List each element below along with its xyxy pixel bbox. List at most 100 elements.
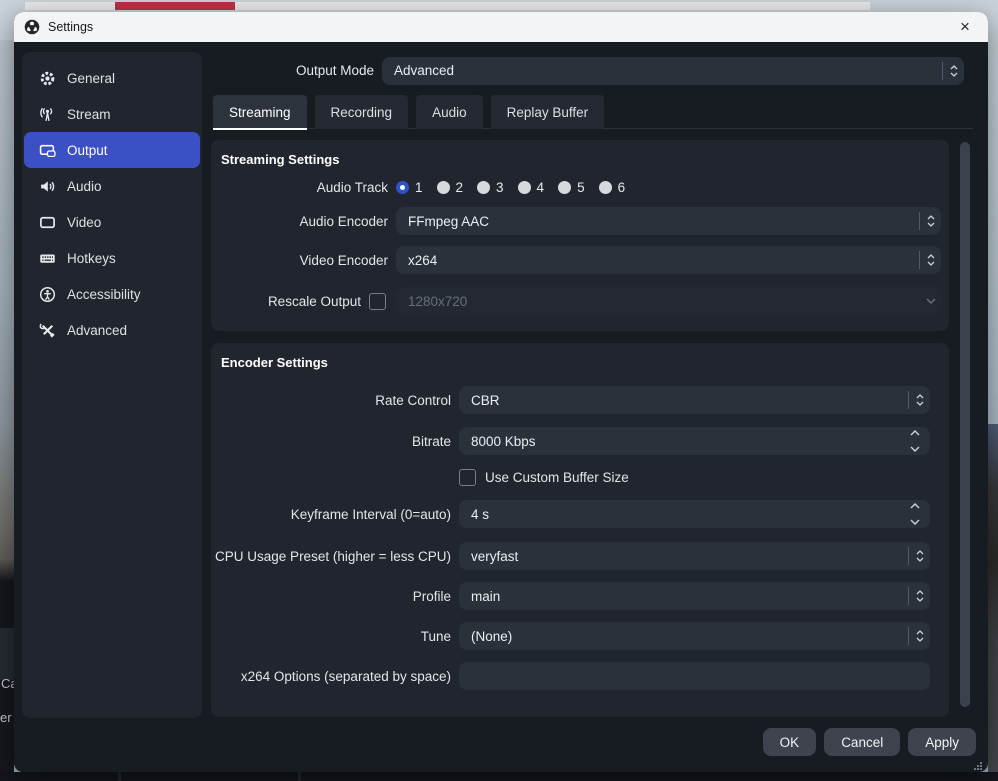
rescale-output-checkbox[interactable] bbox=[369, 293, 386, 310]
sidebar-item-label: Hotkeys bbox=[67, 251, 116, 266]
chevron-up-down-icon bbox=[909, 394, 930, 406]
audio-track-label: Audio Track bbox=[211, 180, 388, 195]
encoder-settings-card: Encoder Settings Rate Control CBR Bitrat… bbox=[211, 343, 949, 717]
radio-label: 4 bbox=[537, 180, 545, 195]
profile-select[interactable]: main bbox=[459, 582, 930, 610]
x264-options-field[interactable] bbox=[459, 662, 930, 690]
radio-label: 2 bbox=[456, 180, 464, 195]
keyboard-icon bbox=[39, 250, 56, 267]
sidebar-item-label: Video bbox=[67, 215, 101, 230]
obs-logo-icon bbox=[24, 19, 40, 35]
ok-button[interactable]: OK bbox=[763, 728, 817, 756]
output-mode-select[interactable]: Advanced bbox=[382, 57, 964, 85]
monitor-icon bbox=[39, 214, 56, 231]
spinner-arrows-icon[interactable] bbox=[903, 502, 927, 526]
rescale-output-label: Rescale Output bbox=[211, 294, 361, 309]
audio-track-option-4[interactable]: 4 bbox=[518, 180, 545, 195]
custom-buffer-checkbox[interactable] bbox=[459, 469, 476, 486]
output-display-icon bbox=[39, 142, 56, 159]
chevron-up-down-icon bbox=[909, 550, 930, 562]
chevron-up-down-icon bbox=[909, 590, 930, 602]
video-encoder-select[interactable]: x264 bbox=[396, 246, 941, 274]
encoder-settings-title: Encoder Settings bbox=[221, 355, 949, 370]
audio-track-option-6[interactable]: 6 bbox=[599, 180, 626, 195]
video-encoder-label: Video Encoder bbox=[211, 253, 388, 268]
resize-grip[interactable] bbox=[973, 758, 983, 768]
rate-control-select[interactable]: CBR bbox=[459, 386, 930, 414]
rate-control-label: Rate Control bbox=[211, 393, 451, 408]
custom-buffer-row: Use Custom Buffer Size bbox=[211, 469, 949, 486]
radio-icon[interactable] bbox=[518, 181, 531, 194]
audio-track-option-2[interactable]: 2 bbox=[437, 180, 464, 195]
background-bottom-strip bbox=[0, 772, 998, 781]
sidebar-item-video[interactable]: Video bbox=[24, 204, 200, 240]
antenna-icon bbox=[39, 106, 56, 123]
tune-select[interactable]: (None) bbox=[459, 622, 930, 650]
profile-row: Profile main bbox=[211, 582, 949, 610]
sidebar-item-label: Accessibility bbox=[67, 287, 141, 302]
keyframe-interval-spinbox[interactable]: 4 s bbox=[459, 500, 930, 528]
audio-track-option-3[interactable]: 3 bbox=[477, 180, 504, 195]
background-left-panel-fragment bbox=[0, 628, 14, 680]
radio-icon[interactable] bbox=[437, 181, 450, 194]
bitrate-row: Bitrate 8000 Kbps bbox=[211, 427, 949, 455]
tune-value: (None) bbox=[459, 629, 908, 644]
sidebar-item-stream[interactable]: Stream bbox=[24, 96, 200, 132]
keyframe-interval-label: Keyframe Interval (0=auto) bbox=[211, 507, 451, 522]
radio-icon[interactable] bbox=[558, 181, 571, 194]
settings-sidebar: General Stream Output bbox=[22, 52, 202, 718]
apply-button[interactable]: Apply bbox=[908, 728, 976, 756]
sidebar-item-audio[interactable]: Audio bbox=[24, 168, 200, 204]
audio-track-radio-group: 1 2 3 4 5 6 bbox=[396, 180, 625, 195]
audio-encoder-row: Audio Encoder FFmpeg AAC bbox=[211, 207, 949, 235]
cpu-usage-preset-select[interactable]: veryfast bbox=[459, 542, 930, 570]
radio-checked-icon[interactable] bbox=[396, 181, 409, 194]
sidebar-item-general[interactable]: General bbox=[24, 60, 200, 96]
sidebar-item-hotkeys[interactable]: Hotkeys bbox=[24, 240, 200, 276]
spinner-arrows-icon[interactable] bbox=[903, 429, 927, 453]
audio-track-option-5[interactable]: 5 bbox=[558, 180, 585, 195]
audio-track-option-1[interactable]: 1 bbox=[396, 180, 423, 195]
sidebar-item-accessibility[interactable]: Accessibility bbox=[24, 276, 200, 312]
settings-dialog: Settings × General Stream bbox=[14, 12, 988, 772]
cancel-button[interactable]: Cancel bbox=[824, 728, 900, 756]
radio-label: 6 bbox=[618, 180, 626, 195]
audio-encoder-select[interactable]: FFmpeg AAC bbox=[396, 207, 941, 235]
radio-icon[interactable] bbox=[477, 181, 490, 194]
x264-options-input[interactable] bbox=[459, 669, 930, 684]
scrollbar-thumb[interactable] bbox=[960, 142, 970, 707]
keyframe-interval-value: 4 s bbox=[459, 507, 903, 522]
background-right-edge bbox=[988, 424, 998, 772]
sidebar-item-label: Audio bbox=[67, 179, 102, 194]
custom-buffer-label: Use Custom Buffer Size bbox=[485, 470, 629, 485]
sidebar-item-output[interactable]: Output bbox=[24, 132, 200, 168]
cpu-usage-preset-value: veryfast bbox=[459, 549, 908, 564]
profile-label: Profile bbox=[211, 589, 451, 604]
sidebar-item-advanced[interactable]: Advanced bbox=[24, 312, 200, 348]
keyframe-interval-row: Keyframe Interval (0=auto) 4 s bbox=[211, 500, 949, 528]
titlebar[interactable]: Settings × bbox=[14, 12, 988, 42]
output-mode-value: Advanced bbox=[382, 63, 942, 78]
chevron-up-down-icon bbox=[943, 65, 964, 77]
rescale-resolution-select[interactable]: 1280x720 bbox=[396, 287, 941, 315]
close-icon[interactable]: × bbox=[952, 15, 978, 39]
sidebar-item-label: Output bbox=[67, 143, 108, 158]
chevron-up-down-icon bbox=[909, 630, 930, 642]
accessibility-icon bbox=[39, 286, 56, 303]
tab-replay-buffer[interactable]: Replay Buffer bbox=[491, 95, 605, 129]
tab-recording[interactable]: Recording bbox=[315, 95, 409, 129]
tab-audio[interactable]: Audio bbox=[416, 95, 483, 129]
background-red-strip bbox=[115, 2, 235, 10]
x264-options-row: x264 Options (separated by space) bbox=[211, 662, 949, 690]
bitrate-spinbox[interactable]: 8000 Kbps bbox=[459, 427, 930, 455]
cpu-usage-preset-row: CPU Usage Preset (higher = less CPU) ver… bbox=[211, 542, 949, 570]
radio-label: 5 bbox=[577, 180, 585, 195]
tab-streaming[interactable]: Streaming bbox=[213, 95, 307, 129]
window-title: Settings bbox=[48, 20, 93, 34]
radio-label: 1 bbox=[415, 180, 423, 195]
rate-control-row: Rate Control CBR bbox=[211, 386, 949, 414]
speaker-icon bbox=[39, 178, 56, 195]
radio-icon[interactable] bbox=[599, 181, 612, 194]
background-text-fragment: er bbox=[0, 710, 12, 725]
sidebar-item-label: Advanced bbox=[67, 323, 127, 338]
